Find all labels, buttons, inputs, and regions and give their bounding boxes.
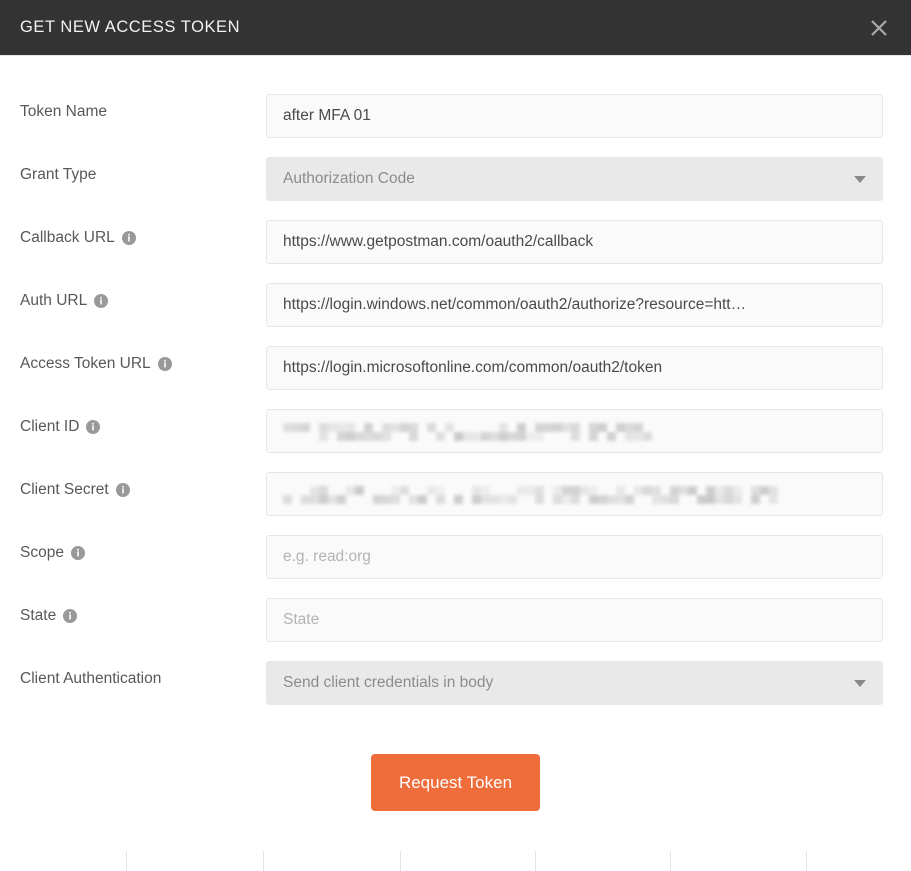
field-input[interactable]: State xyxy=(266,598,883,642)
info-icon[interactable] xyxy=(94,294,109,308)
form-row: Grant Type Authorization Code xyxy=(0,157,911,220)
field-input[interactable]: https://login.windows.net/common/oauth2/… xyxy=(266,283,883,327)
tick-mark xyxy=(126,851,127,871)
field-input-cell: Authorization Code xyxy=(266,157,911,201)
field-label-cell: Scope xyxy=(0,535,266,562)
form-row: Callback URL https://www.getpostman.com/o… xyxy=(0,220,911,283)
field-label: Scope xyxy=(20,544,64,561)
form-row: Access Token URL https://login.microsofto… xyxy=(0,346,911,409)
field-input-cell xyxy=(266,409,911,453)
tick-mark xyxy=(535,851,536,871)
field-label: Client ID xyxy=(20,418,80,435)
field-input-cell: https://login.microsoftonline.com/common… xyxy=(266,346,911,390)
token-form: Token Name after MFA 01 Grant Type Authoriz… xyxy=(0,56,911,811)
field-label-cell: State xyxy=(0,598,266,625)
form-row: Client ID xyxy=(0,409,911,472)
info-icon[interactable] xyxy=(70,546,85,560)
field-label: Access Token URL xyxy=(20,355,151,372)
request-token-button[interactable]: Request Token xyxy=(370,754,541,811)
field-label: Grant Type xyxy=(20,166,97,183)
field-label: Callback URL xyxy=(20,229,115,246)
tick-mark xyxy=(806,851,807,871)
field-label-cell: Token Name xyxy=(0,94,266,121)
field-input[interactable]: after MFA 01 xyxy=(266,94,883,138)
field-input-cell: https://www.getpostman.com/oauth2/callba… xyxy=(266,220,911,264)
close-icon[interactable] xyxy=(864,13,894,43)
field-input[interactable]: https://login.microsoftonline.com/common… xyxy=(266,346,883,390)
form-row: State State xyxy=(0,598,911,661)
tick-mark xyxy=(400,851,401,871)
field-input-cell: State xyxy=(266,598,911,642)
chevron-down-icon xyxy=(854,679,866,687)
redacted-value xyxy=(283,485,778,504)
dialog-title: GET NEW ACCESS TOKEN xyxy=(20,18,241,36)
field-input[interactable]: https://www.getpostman.com/oauth2/callba… xyxy=(266,220,883,264)
field-label-cell: Access Token URL xyxy=(0,346,266,373)
field-label-cell: Grant Type xyxy=(0,157,266,184)
get-new-access-token-dialog: GET NEW ACCESS TOKEN Token Name after MFA… xyxy=(0,0,911,871)
info-icon[interactable] xyxy=(115,483,130,497)
field-input-cell: Send client credentials in body xyxy=(266,661,911,705)
submit-row: Request Token xyxy=(0,724,911,811)
redacted-value xyxy=(283,422,652,441)
field-label-cell: Auth URL xyxy=(0,283,266,310)
field-input-cell: https://login.windows.net/common/oauth2/… xyxy=(266,283,911,327)
field-label-cell: Client Secret xyxy=(0,472,266,499)
info-icon[interactable] xyxy=(157,357,172,371)
form-row: Scope e.g. read:org xyxy=(0,535,911,598)
field-label-cell: Client ID xyxy=(0,409,266,436)
field-label-cell: Callback URL xyxy=(0,220,266,247)
info-icon[interactable] xyxy=(86,420,101,434)
tick-mark xyxy=(263,851,264,871)
field-input-cell: e.g. read:org xyxy=(266,535,911,579)
form-row: Auth URL https://login.windows.net/common… xyxy=(0,283,911,346)
field-input-cell: after MFA 01 xyxy=(266,94,911,138)
field-input[interactable] xyxy=(266,472,883,516)
field-label: Client Secret xyxy=(20,481,109,498)
form-row: Client Authentication Send client credent… xyxy=(0,661,911,724)
info-icon[interactable] xyxy=(121,231,136,245)
chevron-down-icon xyxy=(854,175,866,183)
field-label: State xyxy=(20,607,57,624)
bottom-tick-marks xyxy=(0,849,911,871)
field-label: Token Name xyxy=(20,103,108,120)
info-icon[interactable] xyxy=(63,609,78,623)
select-value: Send client credentials in body xyxy=(283,674,494,691)
field-select[interactable]: Authorization Code xyxy=(266,157,883,201)
field-input[interactable]: e.g. read:org xyxy=(266,535,883,579)
select-value: Authorization Code xyxy=(283,170,415,187)
form-row: Token Name after MFA 01 xyxy=(0,94,911,157)
field-label: Client Authentication xyxy=(20,670,162,687)
field-label: Auth URL xyxy=(20,292,88,309)
form-row: Client Secret xyxy=(0,472,911,535)
field-input[interactable] xyxy=(266,409,883,453)
dialog-titlebar: GET NEW ACCESS TOKEN xyxy=(0,0,911,55)
field-label-cell: Client Authentication xyxy=(0,661,266,688)
field-input-cell xyxy=(266,472,911,516)
field-select[interactable]: Send client credentials in body xyxy=(266,661,883,705)
tick-mark xyxy=(670,851,671,871)
